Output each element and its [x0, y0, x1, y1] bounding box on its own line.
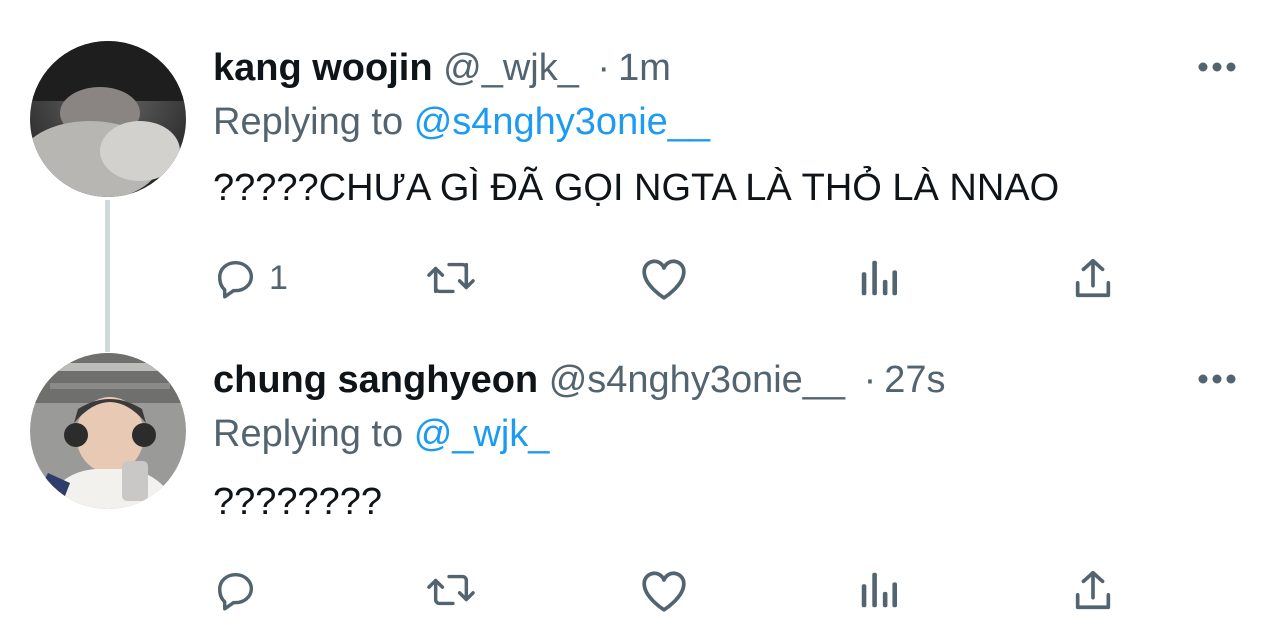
share-button[interactable] [1071, 252, 1115, 304]
avatar-photo-icon [30, 41, 186, 197]
more-options-button[interactable] [1194, 52, 1240, 82]
tweet-text: ?????CHƯA GÌ ĐÃ GỌI NGTA LÀ THỎ LÀ NNAO [213, 167, 1060, 209]
tweet[interactable]: chung sanghyeon @s4nghy3onie__ · 27s Repl… [0, 320, 1284, 633]
display-name[interactable]: chung sanghyeon [213, 359, 538, 401]
more-horizontal-icon [1198, 62, 1236, 72]
display-name[interactable]: kang woojin [213, 47, 433, 89]
timestamp[interactable]: 1m [618, 47, 671, 89]
reply-button[interactable] [213, 564, 269, 616]
separator-dot: · [863, 359, 877, 401]
like-button[interactable] [639, 564, 689, 616]
avatar[interactable] [30, 353, 186, 509]
tweet-text: ???????? [213, 481, 383, 523]
user-handle[interactable]: @_wjk_ [443, 47, 579, 89]
separator-dot: · [597, 47, 611, 89]
views-button[interactable] [857, 252, 901, 304]
like-button[interactable] [639, 252, 689, 304]
action-bar: 1 [213, 252, 1133, 304]
share-button[interactable] [1071, 564, 1115, 616]
retweet-icon [427, 574, 475, 606]
tweet[interactable]: kang woojin @_wjk_ · 1m Replying to @s4ng… [0, 0, 1284, 320]
replying-to-label: Replying to [213, 413, 404, 455]
views-button[interactable] [857, 564, 901, 616]
reply-button[interactable]: 1 [213, 252, 288, 304]
user-handle[interactable]: @s4nghy3onie__ [549, 359, 845, 401]
reply-count: 1 [269, 259, 288, 297]
reply-bubble-icon [217, 260, 254, 299]
more-options-button[interactable] [1194, 364, 1240, 394]
reply-bubble-icon [217, 572, 254, 611]
replying-to-handle-link[interactable]: @s4nghy3onie__ [414, 101, 710, 143]
retweet-icon [427, 262, 475, 294]
timestamp[interactable]: 27s [884, 359, 945, 401]
share-upload-icon [1075, 570, 1111, 610]
retweet-button[interactable] [423, 252, 479, 304]
avatar[interactable] [30, 41, 186, 197]
replying-to: Replying to @s4nghy3onie__ [213, 96, 710, 148]
views-chart-icon [861, 260, 898, 296]
replying-to-handle-link[interactable]: @_wjk_ [414, 413, 550, 455]
tweet-header: chung sanghyeon @s4nghy3onie__ · 27s [213, 354, 946, 406]
avatar-photo-icon [30, 353, 186, 509]
retweet-button[interactable] [423, 564, 479, 616]
replying-to: Replying to @_wjk_ [213, 408, 549, 460]
tweet-header: kang woojin @_wjk_ · 1m [213, 42, 671, 94]
more-horizontal-icon [1198, 374, 1236, 384]
views-chart-icon [861, 572, 898, 608]
action-bar [213, 564, 1133, 616]
share-upload-icon [1075, 258, 1111, 298]
replying-to-label: Replying to [213, 101, 404, 143]
heart-icon [642, 259, 686, 300]
heart-icon [642, 571, 686, 612]
